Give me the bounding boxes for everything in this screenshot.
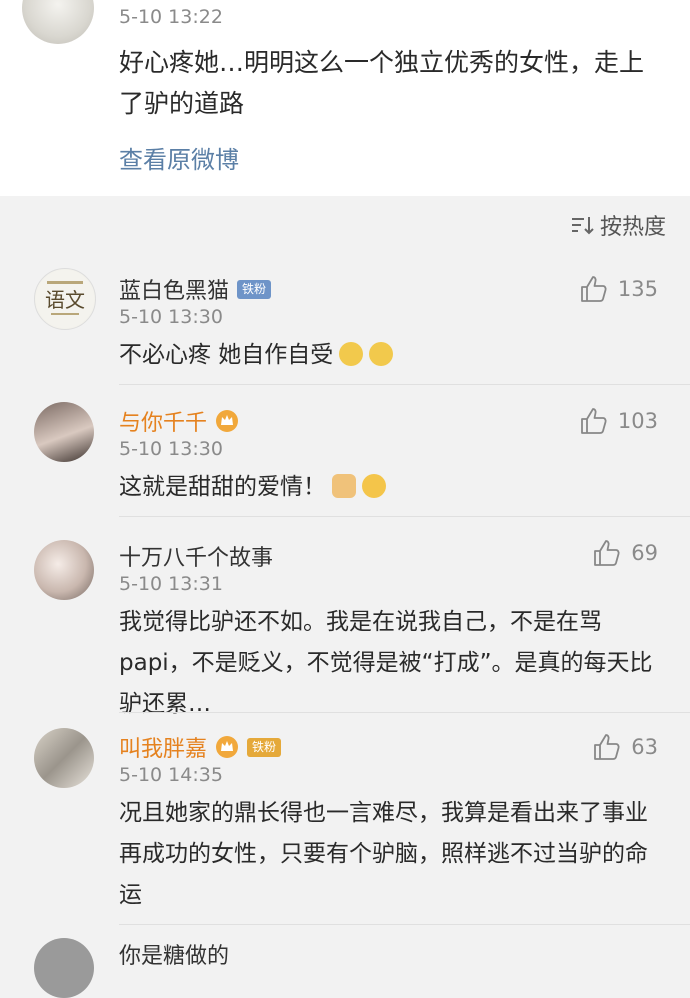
author-name[interactable]: 蓝白色黑猫 (119, 273, 229, 305)
comment-item[interactable]: 与你千千 103 5-10 13:30 这就是甜甜的爱情！ (0, 384, 690, 516)
like-button[interactable]: 63 (591, 732, 658, 762)
post-time: 5-10 13:22 (119, 6, 223, 28)
post-card: 5-10 13:22 好心疼她…明明这么一个独立优秀的女性，走上了驴的道路 查看… (0, 0, 690, 196)
thumb-up-icon (594, 540, 620, 566)
thumb-up-icon (594, 734, 620, 760)
comment-list: 语文 蓝白色黑猫 铁粉 135 5-10 13:30 不必心疼 她自作自受 与你… (0, 252, 690, 998)
comment-time: 5-10 13:31 (119, 573, 223, 595)
comment-item[interactable]: 你是糖做的 (0, 924, 690, 998)
comment-author[interactable]: 你是糖做的 (119, 938, 229, 970)
fan-badge: 铁粉 (237, 279, 272, 299)
thumb-up-icon (581, 408, 607, 434)
comment-author[interactable]: 十万八千个故事 (119, 540, 273, 572)
comment-author[interactable]: 与你千千 (119, 405, 239, 437)
vip-crown-icon (216, 736, 239, 758)
like-button[interactable]: 103 (578, 406, 658, 436)
sort-button[interactable]: 按热度 (570, 209, 666, 241)
avatar[interactable] (34, 540, 94, 600)
author-name[interactable]: 叫我胖嘉 (119, 731, 207, 763)
sort-label: 按热度 (599, 215, 666, 240)
comment-time: 5-10 13:30 (119, 438, 223, 460)
avatar[interactable]: 语文 (34, 268, 96, 330)
comment-author[interactable]: 叫我胖嘉 铁粉 (119, 731, 282, 763)
avatar[interactable] (34, 728, 94, 788)
like-count: 69 (631, 541, 658, 565)
author-name[interactable]: 你是糖做的 (119, 938, 229, 970)
like-count: 135 (617, 277, 658, 301)
like-button[interactable]: 135 (578, 274, 658, 304)
avatar[interactable] (34, 938, 94, 998)
thumbs-up-emoji-icon (332, 474, 356, 498)
comment-text: 不必心疼 她自作自受 (119, 335, 659, 376)
comment-time: 5-10 13:30 (119, 306, 223, 328)
comment-item[interactable]: 十万八千个故事 69 5-10 13:31 我觉得比驴还不如。我是在说我自己，不… (0, 516, 690, 717)
comment-text: 我觉得比驴还不如。我是在说我自己，不是在骂papi，不是贬义，不觉得是被“打成”… (119, 609, 653, 717)
vip-crown-icon (216, 410, 239, 432)
comment-item[interactable]: 语文 蓝白色黑猫 铁粉 135 5-10 13:30 不必心疼 她自作自受 (0, 252, 690, 384)
dog-emoji-icon (362, 474, 386, 498)
avatar[interactable] (34, 402, 94, 462)
author-name[interactable]: 与你千千 (119, 405, 207, 437)
comment-time: 5-10 14:35 (119, 764, 223, 786)
avatar[interactable] (22, 0, 94, 44)
comment-text: 况且她家的鼎长得也一言难尽，我算是看出来了事业再成功的女性，只要有个驴脑，照样逃… (119, 800, 648, 908)
svg-text:语文: 语文 (45, 288, 85, 312)
author-name[interactable]: 十万八千个故事 (119, 540, 273, 572)
logo-avatar-icon: 语文 (36, 270, 94, 328)
view-original-link[interactable]: 查看原微博 (119, 140, 239, 175)
comment-text: 这就是甜甜的爱情！ (119, 467, 659, 508)
thumb-up-icon (581, 276, 607, 302)
post-text: 好心疼她…明明这么一个独立优秀的女性，走上了驴的道路 (119, 48, 645, 118)
like-button[interactable]: 69 (591, 538, 658, 568)
comment-author[interactable]: 蓝白色黑猫 铁粉 (119, 273, 272, 305)
emoji-icon (339, 342, 364, 366)
sort-icon (571, 217, 594, 235)
like-count: 103 (617, 409, 658, 433)
fan-badge: 铁粉 (247, 737, 282, 757)
like-count: 63 (631, 735, 658, 759)
comment-item[interactable]: 叫我胖嘉 铁粉 63 5-10 14:35 况且她家的鼎长得也一言难尽，我算是看… (0, 712, 690, 924)
emoji-icon (369, 342, 394, 366)
